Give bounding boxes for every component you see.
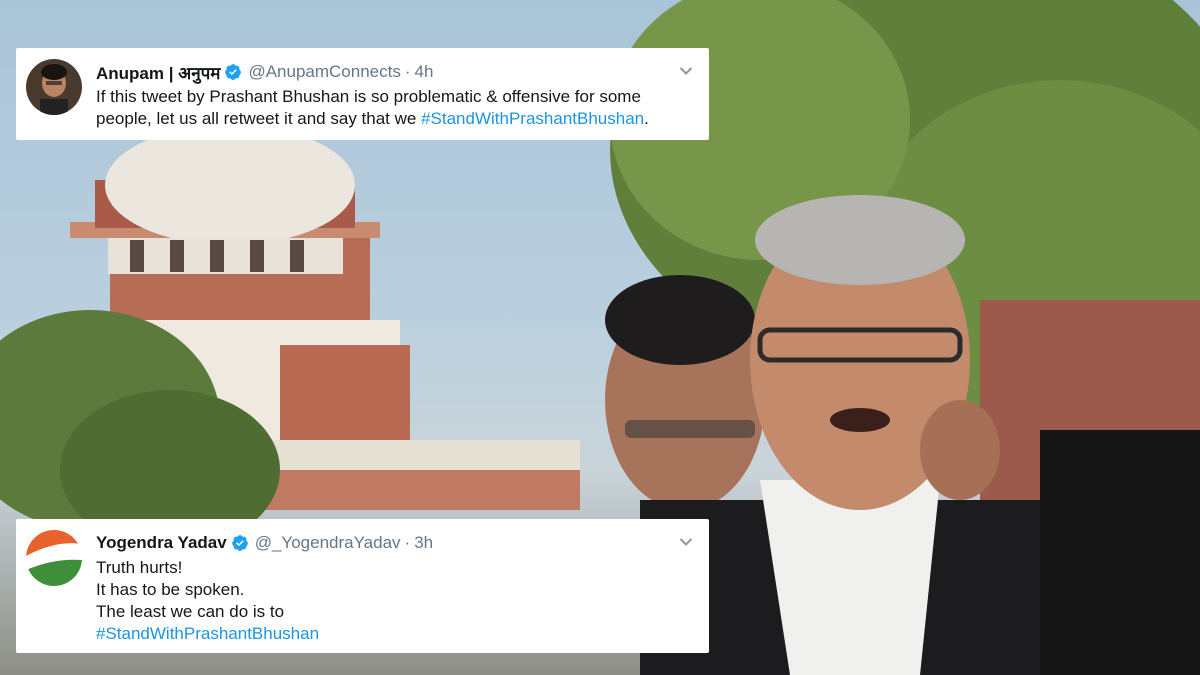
author-name[interactable]: Yogendra Yadav	[96, 533, 227, 553]
tweet-header: Anupam | अनुपम @AnupamConnects · 4h	[96, 61, 433, 83]
tweet-text-line: The least we can do is to	[96, 602, 285, 621]
tweet-text-segment: people, let us all retweet it and say th…	[96, 109, 422, 128]
tweet-timestamp[interactable]: 3h	[414, 533, 433, 553]
profile-photo-icon	[26, 59, 82, 115]
avatar[interactable]	[26, 59, 82, 115]
tweet-timestamp[interactable]: 4h	[415, 62, 434, 82]
separator-dot: ·	[404, 62, 411, 81]
separator-dot: ·	[404, 533, 411, 552]
tweet-text-line: people, let us all retweet it and say th…	[96, 108, 689, 130]
chevron-down-icon[interactable]	[679, 537, 693, 547]
tweet-text-line: If this tweet by Prashant Bhushan is so …	[96, 87, 641, 106]
tweet-text-line: Truth hurts!	[96, 558, 183, 577]
author-handle[interactable]: @AnupamConnects	[248, 62, 400, 82]
chevron-down-icon[interactable]	[679, 66, 693, 76]
tweet-text-line: It has to be spoken.	[96, 580, 245, 599]
verified-badge-icon	[231, 535, 248, 551]
tweet-text: If this tweet by Prashant Bhushan is so …	[96, 86, 689, 130]
author-name[interactable]: Anupam | अनुपम	[96, 61, 220, 84]
avatar[interactable]	[26, 530, 82, 586]
verified-badge-icon	[225, 64, 242, 80]
tricolor-avatar-icon	[26, 530, 82, 586]
hashtag-link[interactable]: #StandWithPrashantBhushan	[421, 109, 644, 128]
tweet-card-anupam[interactable]: Anupam | अनुपम @AnupamConnects · 4h If t…	[16, 48, 709, 140]
tweet-card-yogendra[interactable]: Yogendra Yadav @_YogendraYadav · 3h Trut…	[16, 519, 709, 653]
hashtag-link[interactable]: #StandWithPrashantBhushan	[96, 623, 689, 645]
tweet-text: Truth hurts! It has to be spoken. The le…	[96, 557, 689, 645]
author-handle[interactable]: @_YogendraYadav	[255, 533, 401, 553]
tweet-header: Yogendra Yadav @_YogendraYadav · 3h	[96, 532, 433, 554]
tweet-text-segment: .	[644, 109, 649, 128]
